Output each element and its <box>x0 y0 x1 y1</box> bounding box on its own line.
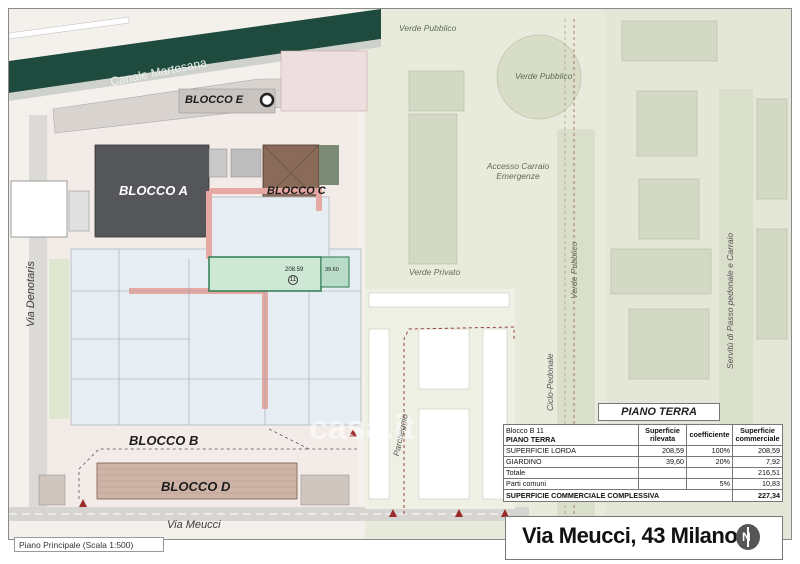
verde-pubblico-top-label: Verde Pubblico <box>399 23 457 33</box>
parti-comuni-label: Parti comuni <box>502 478 640 490</box>
totale-value: 216,51 <box>731 467 784 479</box>
blocco-c-label: BLOCCO C <box>267 185 326 197</box>
table-row: SUPERFICIE LORDA 208,59 100% 208,59 <box>502 445 784 457</box>
row-rilevata: 39,60 <box>638 456 687 468</box>
north-letter: N <box>742 530 751 544</box>
col-sup-commerciale: Superficie commerciale <box>731 424 784 446</box>
table-row-parti-comuni: Parti comuni 5% 10,83 <box>502 478 784 490</box>
blocco-d-label: BLOCCO D <box>161 479 231 494</box>
verde-pubblico-vertical-label: Verde Pubblico <box>569 241 579 299</box>
row-commerciale: 208,59 <box>731 445 784 457</box>
via-meucci-label: Via Meucci <box>167 519 221 531</box>
north-arrow-icon: N <box>736 524 760 550</box>
accesso-carraio-label: Accesso Carraio Emergenze <box>486 161 550 181</box>
parti-comuni-coeff: 5% <box>686 478 733 490</box>
table-row-complessiva: SUPERFICIE COMMERCIALE COMPLESSIVA 227,3… <box>503 489 784 502</box>
garden-area-label: 39.60 <box>325 267 339 273</box>
unit-area-label: 208.59 <box>285 267 304 273</box>
table-row-totale: Totale 216,51 <box>502 467 784 479</box>
blocco-e-label: BLOCCO E <box>185 94 244 106</box>
row-label: SUPERFICIE LORDA <box>502 445 640 457</box>
unit-label: Blocco B 11 <box>506 426 544 435</box>
table-row: GIARDINO 39,60 20% 7,92 <box>502 456 784 468</box>
address-text: Via Meucci, 43 Milano <box>522 523 738 548</box>
parti-comuni-value: 10,83 <box>731 478 784 490</box>
verde-privato-label: Verde Privato <box>409 267 461 277</box>
unit-number-badge: 11 <box>288 275 298 285</box>
row-commerciale: 7,92 <box>731 456 784 468</box>
complessiva-value: 227,34 <box>731 489 784 502</box>
verde-pubblico-circle-label: Verde Pubblico <box>515 71 573 81</box>
blocco-a-label: BLOCCO A <box>119 183 188 198</box>
row-rilevata: 208,59 <box>638 445 687 457</box>
ciclopedonale-label: Ciclo-Pedonale <box>545 353 555 411</box>
row-coeff: 100% <box>686 445 733 457</box>
complessiva-label: SUPERFICIE COMMERCIALE COMPLESSIVA <box>503 489 733 502</box>
servitu-label: Servitù di Passo pedonale e Carraio <box>725 232 735 369</box>
row-label: GIARDINO <box>502 456 640 468</box>
watermark: casa.it <box>309 409 415 447</box>
surface-table: Blocco B 11 PIANO TERRA Superficie rilev… <box>502 424 784 502</box>
col-coefficiente: coefficiente <box>686 424 733 446</box>
via-denotaris-label: Via Denotaris <box>25 261 37 327</box>
table-header-row: Blocco B 11 PIANO TERRA Superficie rilev… <box>502 424 784 446</box>
blocco-e-marker <box>259 92 275 108</box>
blocco-b-label: BLOCCO B <box>129 433 199 448</box>
row-coeff: 20% <box>686 456 733 468</box>
totale-label: Totale <box>502 467 640 479</box>
floor-label: PIANO TERRA <box>506 435 556 444</box>
annex-building <box>10 180 68 238</box>
piano-terra-title: PIANO TERRA <box>598 403 720 421</box>
unit-11-highlight <box>208 256 322 292</box>
scale-caption: Piano Principale (Scala 1:500) <box>14 537 164 552</box>
col-sup-rilevata: Superficie rilevata <box>638 424 687 446</box>
